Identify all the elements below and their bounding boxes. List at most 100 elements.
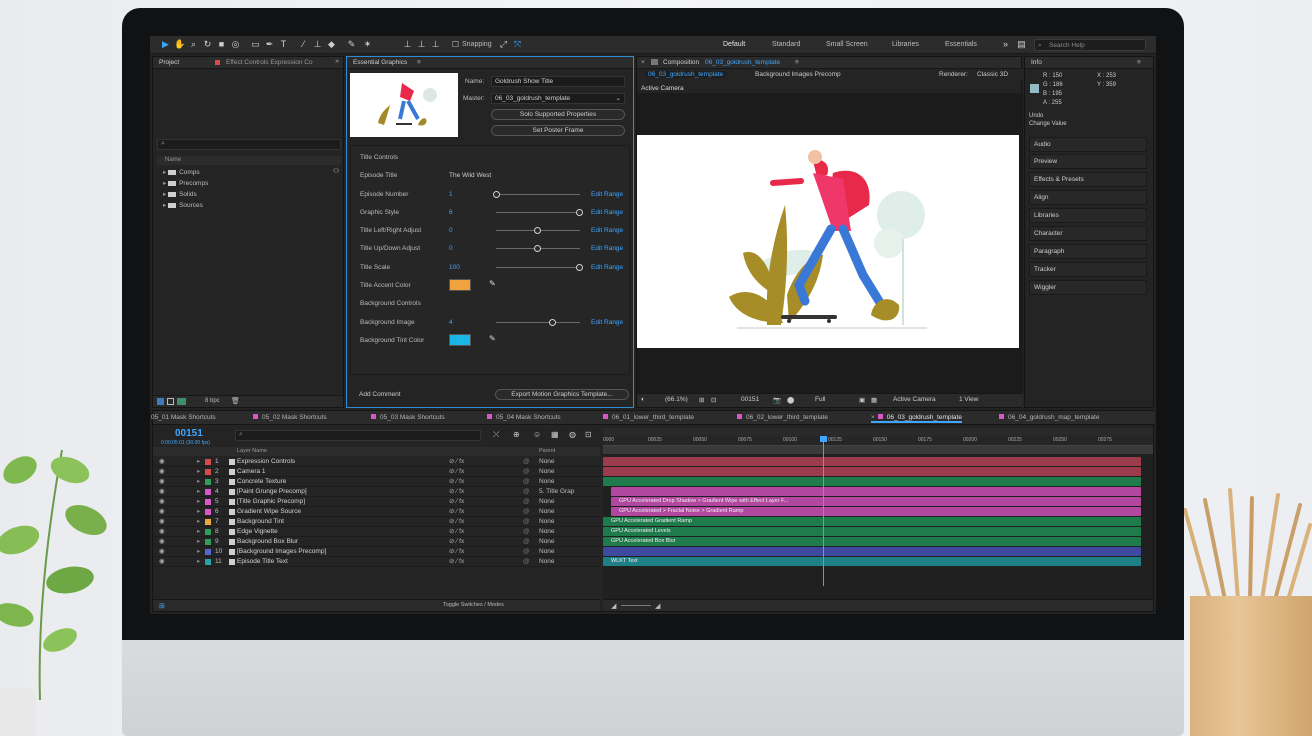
puppet-tool-icon[interactable]: ✶ (362, 39, 373, 50)
interpret-footage-icon[interactable] (157, 398, 164, 405)
panel-wiggler[interactable]: Wiggler (1029, 280, 1147, 295)
view-axis-icon[interactable]: ⊥ (430, 39, 441, 50)
layer-row[interactable]: ◉ ▸ 6 Gradient Wipe Source ⊘ ⁄ fx @ None (153, 507, 600, 517)
slider-knob[interactable] (493, 191, 500, 198)
expand-arrow-icon[interactable]: ▸ (197, 557, 200, 566)
layer-name[interactable]: Camera 1 (237, 467, 266, 476)
layer-name[interactable]: Episode Title Text (237, 557, 288, 566)
eye-icon[interactable]: ◉ (159, 537, 165, 546)
tab-project[interactable]: Project (159, 59, 179, 66)
layer-row[interactable]: ◉ ▸ 7 Background Tint ⊘ ⁄ fx @ None (153, 517, 600, 527)
project-item-comps[interactable]: ▸ Comps (163, 168, 200, 176)
pan-behind-tool-icon[interactable]: ◎ (230, 39, 241, 50)
parent-select[interactable]: None (539, 507, 555, 516)
layer-row[interactable]: ◉ ▸ 5 [Title Graphic Precomp] ⊘ ⁄ fx @ None (153, 497, 600, 507)
background-tint-color-swatch[interactable] (449, 334, 471, 346)
layer-switches-icon[interactable]: ⊘ ⁄ fx (449, 517, 464, 526)
layer-label-color[interactable] (205, 529, 211, 535)
title-up-down-edit-range[interactable]: Edit Range (591, 245, 623, 252)
work-area-range[interactable] (603, 446, 1153, 454)
timeline-track-area[interactable]: 0000 00025 00050 00075 00100 00125 00150 00175 0… (603, 428, 1153, 611)
master-select[interactable]: 06_03_goldrush_template ⌄ (491, 93, 625, 104)
layer-name[interactable]: [Title Graphic Precomp] (237, 497, 305, 506)
timeline-tab-05-04[interactable]: 05_04 Mask Shortcuts (487, 414, 561, 421)
search-help-input[interactable]: ⌕ Search Help (1034, 39, 1146, 51)
work-area-bar[interactable] (603, 428, 1153, 436)
resolution-select[interactable]: Full (815, 396, 825, 403)
bit-depth-button[interactable]: 8 bpc (205, 398, 220, 404)
panel-menu-icon[interactable]: ≡ (795, 59, 799, 66)
zoom-out-icon[interactable]: ◢ (611, 602, 616, 610)
background-image-value[interactable]: 4 (449, 319, 453, 326)
layer-name[interactable]: Background Tint (237, 517, 284, 526)
composition-name[interactable]: 06_03_goldrush_template (705, 59, 780, 66)
timeline-tab-06-04[interactable]: 06_04_goldrush_map_template (999, 414, 1099, 421)
parent-select[interactable]: None (539, 547, 555, 556)
episode-number-edit-range[interactable]: Edit Range (591, 191, 623, 198)
title-scale-slider[interactable] (496, 264, 583, 271)
parent-select[interactable]: None (539, 477, 555, 486)
pick-whip-icon[interactable]: @ (523, 557, 530, 566)
time-ruler[interactable]: 0000 00025 00050 00075 00100 00125 00150 00175 0… (603, 436, 1153, 446)
template-name-field[interactable]: Goldrush Show Title (491, 76, 625, 87)
camera-view-select[interactable]: Active Camera (893, 396, 936, 403)
tab-info[interactable]: Info (1031, 59, 1042, 66)
layer-duration-bar[interactable] (603, 467, 1141, 476)
layer-row[interactable]: ◉ ▸ 1 Expression Controls ⊘ ⁄ fx @ None (153, 457, 600, 467)
parent-select[interactable]: None (539, 517, 555, 526)
playhead-handle[interactable] (820, 436, 827, 442)
grid-icon[interactable]: ⊞ (699, 396, 704, 404)
expand-arrow-icon[interactable]: ▸ (197, 507, 200, 516)
layer-duration-bar[interactable] (603, 477, 1141, 486)
layer-duration-bar[interactable]: GPU Accelerated > Fractal Noise > Gradie… (611, 507, 1141, 516)
layer-label-color[interactable] (205, 469, 211, 475)
timeline-tab-05-02[interactable]: 05_02 Mask Shortcuts (253, 414, 327, 421)
slider-knob[interactable] (576, 264, 583, 271)
episode-title-value[interactable]: The Wild West (449, 172, 491, 179)
title-accent-color-swatch[interactable] (449, 279, 471, 291)
title-left-right-value[interactable]: 0 (449, 227, 453, 234)
preview-icon[interactable]: ◐ (641, 396, 645, 403)
eye-icon[interactable]: ◉ (159, 557, 165, 566)
episode-number-value[interactable]: 1 (449, 191, 453, 198)
selection-tool-icon[interactable]: ▶ (160, 39, 171, 50)
layer-row[interactable]: ◉ ▸ 11 Episode Title Text ⊘ ⁄ fx @ None (153, 557, 600, 567)
solo-supported-properties-button[interactable]: Solo Supported Properties (491, 109, 625, 120)
layer-name[interactable]: [Paint Grunge Precomp] (237, 487, 307, 496)
slider-knob[interactable] (534, 227, 541, 234)
panel-effects-presets[interactable]: Effects & Presets (1029, 172, 1147, 187)
graphic-style-value[interactable]: 6 (449, 209, 453, 216)
panel-align[interactable]: Align (1029, 190, 1147, 205)
panel-overflow-icon[interactable]: » (335, 58, 339, 65)
project-search-input[interactable]: ⌕ (157, 139, 341, 150)
episode-number-slider[interactable] (493, 191, 580, 198)
pick-whip-icon[interactable]: @ (523, 517, 530, 526)
project-item-sources[interactable]: ▸ Sources (163, 201, 203, 209)
pick-whip-icon[interactable]: @ (523, 457, 530, 466)
layer-switches-icon[interactable]: ⊘ ⁄ fx (449, 487, 464, 496)
layer-row[interactable]: ◉ ▸ 3 Concrete Texture ⊘ ⁄ fx @ None (153, 477, 600, 487)
layer-row[interactable]: ◉ ▸ 2 Camera 1 ⊘ ⁄ fx @ None (153, 467, 600, 477)
layer-label-color[interactable] (205, 559, 211, 565)
layer-duration-bar[interactable] (603, 547, 1141, 556)
text-tool-icon[interactable]: T (278, 39, 289, 50)
slider-knob[interactable] (549, 319, 556, 326)
title-up-down-slider[interactable] (496, 245, 580, 252)
panel-character[interactable]: Character (1029, 226, 1147, 241)
layer-switches-icon[interactable]: ⊘ ⁄ fx (449, 537, 464, 546)
panel-paragraph[interactable]: Paragraph (1029, 244, 1147, 259)
workspace-default[interactable]: Default (723, 41, 745, 48)
snapping-label[interactable]: Snapping (462, 41, 492, 48)
zoom-in-icon[interactable]: ◢ (655, 602, 660, 610)
timeline-tab-06-03[interactable]: × 06_03_goldrush_template (871, 414, 962, 423)
eye-icon[interactable]: ◉ (159, 517, 165, 526)
layer-row[interactable]: ◉ ▸ 9 Background Box Blur ⊘ ⁄ fx @ None (153, 537, 600, 547)
timeline-search-input[interactable]: ⌕ (235, 430, 481, 441)
graph-editor-icon[interactable]: ⊡ (585, 430, 592, 439)
parent-select[interactable]: None (539, 537, 555, 546)
workspace-small-screen[interactable]: Small Screen (826, 41, 868, 48)
trash-icon[interactable]: 🗑 (231, 397, 240, 405)
clone-stamp-tool-icon[interactable]: ⊥ (312, 39, 323, 50)
rectangle-tool-icon[interactable]: ▭ (250, 39, 261, 50)
snap-options-icon[interactable]: ⤢ (498, 39, 509, 50)
